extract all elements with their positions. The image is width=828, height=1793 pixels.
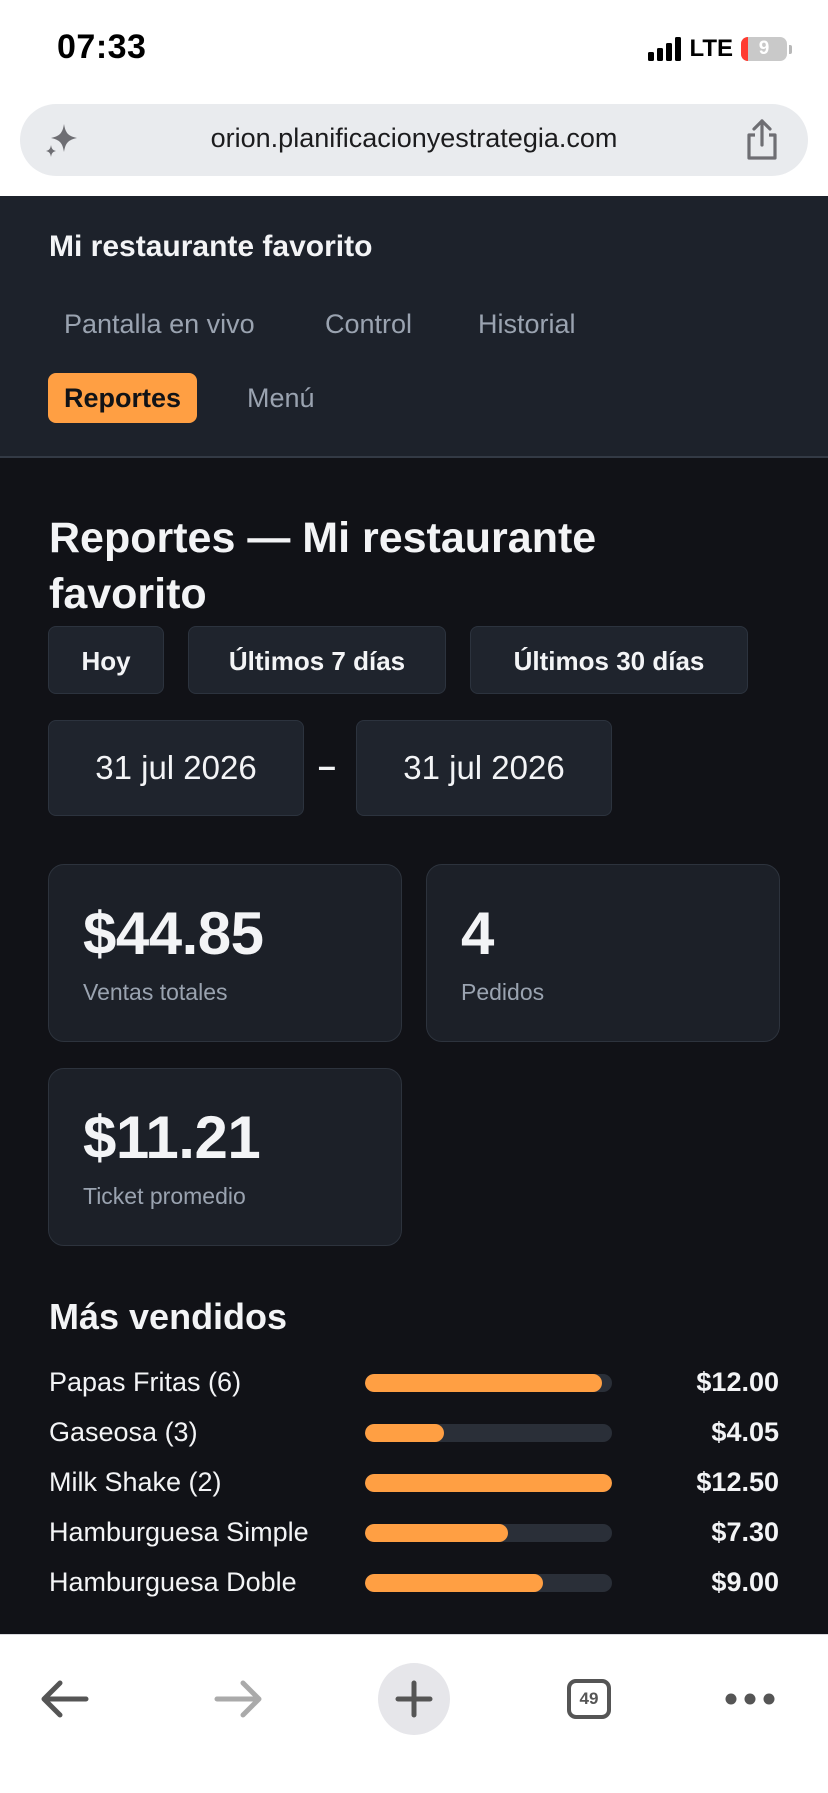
stat-card-total-sales: $44.85 Ventas totales [48, 864, 402, 1042]
tabs-button[interactable]: 49 [553, 1663, 625, 1735]
stat-label: Ventas totales [83, 979, 228, 1005]
new-tab-button[interactable] [378, 1663, 450, 1735]
address-bar[interactable]: orion.planificacionyestrategia.com [20, 104, 808, 176]
best-seller-bar [365, 1374, 612, 1392]
best-seller-row: Papas Fritas (6) $12.00 [49, 1362, 779, 1402]
best-seller-row: Gaseosa (3) $4.05 [49, 1412, 779, 1452]
nav-reports[interactable]: Reportes [48, 373, 198, 423]
date-from-field[interactable]: 31 jul 2026 [48, 720, 304, 816]
best-seller-amount: $4.05 [711, 1417, 779, 1447]
best-seller-name: Gaseosa (3) [49, 1417, 198, 1447]
date-to-field[interactable]: 31 jul 2026 [356, 720, 612, 816]
best-seller-name: Hamburguesa Simple [49, 1517, 309, 1547]
nav-menu[interactable]: Menú [231, 373, 331, 423]
nav-control[interactable]: Control [309, 299, 428, 349]
best-seller-bar [365, 1574, 612, 1592]
tabs-icon: 49 [567, 1679, 611, 1719]
forward-button[interactable] [203, 1663, 275, 1735]
range-7-days-button[interactable]: Últimos 7 días [188, 626, 446, 694]
best-seller-bar [365, 1424, 612, 1442]
best-seller-name: Hamburguesa Doble [49, 1567, 297, 1597]
best-seller-bar [365, 1524, 612, 1542]
app-header: Mi restaurante favorito Pantalla en vivo… [0, 196, 828, 458]
forward-arrow-icon [214, 1680, 262, 1718]
plus-icon [395, 1680, 433, 1718]
sparkle-icon[interactable] [42, 120, 82, 160]
stat-card-orders: 4 Pedidos [426, 864, 780, 1042]
stat-value: 4 [461, 900, 494, 967]
browser-toolbar: 49 [0, 1634, 828, 1793]
stat-value: $11.21 [83, 1104, 261, 1171]
page-title: Reportes — Mi restaurante favorito [49, 514, 597, 618]
best-seller-amount: $12.50 [696, 1467, 779, 1497]
best-seller-amount: $9.00 [711, 1567, 779, 1597]
status-time: 07:33 [57, 28, 147, 66]
more-button[interactable] [714, 1663, 786, 1735]
nav-history[interactable]: Historial [462, 299, 592, 349]
app-title: Mi restaurante favorito [49, 230, 373, 263]
share-icon[interactable] [742, 118, 782, 162]
best-seller-row: Hamburguesa Doble $9.00 [49, 1562, 779, 1602]
range-today-button[interactable]: Hoy [48, 626, 164, 694]
reports-main: Reportes — Mi restaurante favorito Hoy Ú… [0, 458, 828, 1634]
more-icon [725, 1693, 775, 1705]
best-seller-bar [365, 1474, 612, 1492]
nav-live-screen[interactable]: Pantalla en vivo [48, 299, 271, 349]
range-30-days-button[interactable]: Últimos 30 días [470, 626, 748, 694]
stat-card-average-ticket: $11.21 Ticket promedio [48, 1068, 402, 1246]
best-sellers-title: Más vendidos [49, 1296, 288, 1337]
status-indicators: LTE 9 [648, 34, 792, 64]
battery-icon: 9 [741, 37, 787, 61]
best-seller-row: Milk Shake (2) $12.50 [49, 1462, 779, 1502]
back-arrow-icon [41, 1680, 89, 1718]
stat-label: Ticket promedio [83, 1183, 246, 1209]
status-bar: 07:33 LTE 9 [0, 0, 828, 100]
best-seller-row: Hamburguesa Simple $7.30 [49, 1512, 779, 1552]
url-text[interactable]: orion.planificacionyestrategia.com [100, 123, 728, 154]
best-seller-amount: $12.00 [696, 1367, 779, 1397]
stat-value: $44.85 [83, 900, 264, 967]
back-button[interactable] [28, 1663, 100, 1735]
best-seller-name: Papas Fritas (6) [49, 1367, 242, 1397]
stat-label: Pedidos [461, 979, 545, 1005]
best-seller-amount: $7.30 [711, 1517, 779, 1547]
battery-level: 9 [758, 38, 770, 59]
date-separator: – [318, 748, 336, 784]
best-seller-name: Milk Shake (2) [49, 1467, 222, 1497]
signal-icon [648, 37, 682, 61]
network-type: LTE [689, 35, 733, 62]
